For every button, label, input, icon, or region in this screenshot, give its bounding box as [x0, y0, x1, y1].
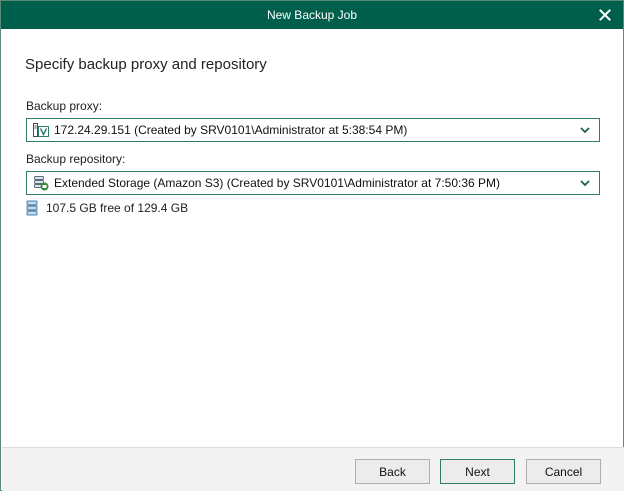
window-title: New Backup Job [266, 8, 358, 22]
repository-free-space: 107.5 GB free of 129.4 GB [26, 200, 188, 216]
back-button[interactable]: Back [355, 459, 430, 484]
title-bar: New Backup Job [1, 1, 623, 29]
backup-repository-value: Extended Storage (Amazon S3) (Created by… [54, 176, 501, 190]
server-proxy-icon [33, 123, 49, 137]
next-button[interactable]: Next [440, 459, 515, 484]
cancel-button[interactable]: Cancel [526, 459, 601, 484]
close-button[interactable] [593, 3, 617, 27]
dialog-footer: Back Next Cancel [2, 447, 624, 491]
backup-repository-select[interactable]: Extended Storage (Amazon S3) (Created by… [26, 171, 600, 195]
new-backup-job-dialog: New Backup Job Specify backup proxy and … [0, 0, 624, 491]
storage-repository-icon [34, 176, 49, 191]
backup-repository-label: Backup repository: [26, 152, 126, 166]
backup-proxy-select[interactable]: 172.24.29.151 (Created by SRV0101\Admini… [26, 118, 600, 142]
backup-proxy-value: 172.24.29.151 (Created by SRV0101\Admini… [54, 123, 408, 137]
backup-proxy-label: Backup proxy: [26, 99, 103, 113]
disk-stack-icon [26, 200, 38, 216]
chevron-down-icon [580, 127, 590, 134]
close-icon [599, 9, 611, 21]
chevron-down-icon [580, 180, 590, 187]
page-title: Specify backup proxy and repository [25, 56, 267, 73]
free-space-text: 107.5 GB free of 129.4 GB [46, 201, 189, 215]
